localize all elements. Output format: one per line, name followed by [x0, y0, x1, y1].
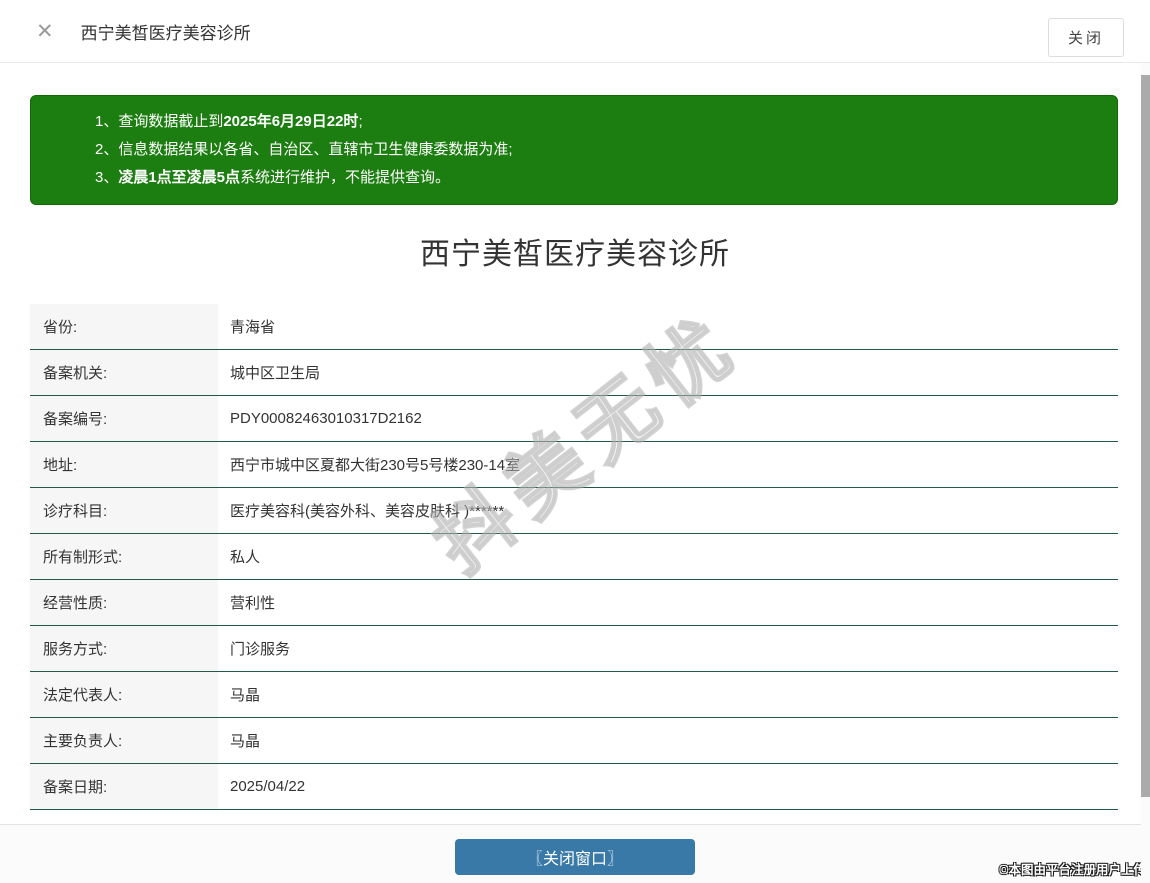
table-row: 省份: 青海省 [30, 304, 1118, 350]
window-title: 西宁美皙医疗美容诊所 [80, 23, 251, 43]
row-value: 私人 [230, 549, 261, 566]
table-row: 备案编号: PDY00082463010317D2162 [30, 396, 1118, 442]
table-row: 服务方式: 门诊服务 [30, 626, 1118, 672]
row-value: 医疗美容科(美容外科、美容皮肤科 )****** [230, 503, 505, 520]
row-value: 门诊服务 [230, 641, 291, 658]
close-icon[interactable]: ✕ [36, 21, 54, 42]
notice-item: 1、查询数据截止到2025年6月29日22时; [95, 113, 363, 130]
copyright-overlay: ©本图由平台注册用户上传 [999, 863, 1146, 877]
row-label: 备案日期: [30, 764, 218, 809]
footer-bar: 〖关闭窗口〗 [0, 824, 1150, 883]
info-table: 省份: 青海省 备案机关: 城中区卫生局 备案编号: PDY00082463010317D… [30, 304, 1118, 810]
row-value: 青海省 [230, 319, 276, 336]
main-content: 1、查询数据截止到2025年6月29日22时; 2、信息数据结果以各省、自治区、直… [0, 95, 1150, 810]
row-value: PDY00082463010317D2162 [230, 410, 422, 427]
table-row: 地址: 西宁市城中区夏都大街230号5号楼230-14室 [30, 442, 1118, 488]
row-label: 经营性质: [30, 580, 218, 625]
notice-item: 2、信息数据结果以各省、自治区、直辖市卫生健康委数据为准; [95, 141, 513, 158]
table-row: 经营性质: 营利性 [30, 580, 1118, 626]
notice-list: 1、查询数据截止到2025年6月29日22时; 2、信息数据结果以各省、自治区、直… [95, 108, 1097, 192]
table-row: 法定代表人: 马晶 [30, 672, 1118, 718]
scrollbar-thumb[interactable] [1141, 75, 1150, 797]
row-value: 马晶 [230, 733, 261, 750]
table-row: 诊疗科目: 医疗美容科(美容外科、美容皮肤科 )****** [30, 488, 1118, 534]
table-row: 备案日期: 2025/04/22 [30, 764, 1118, 810]
window-header: ✕ 西宁美皙医疗美容诊所 关闭 [0, 0, 1150, 63]
row-label: 地址: [30, 442, 218, 487]
notice-banner: 1、查询数据截止到2025年6月29日22时; 2、信息数据结果以各省、自治区、直… [30, 95, 1118, 205]
row-value: 城中区卫生局 [230, 365, 321, 382]
page-title: 西宁美皙医疗美容诊所 [420, 238, 730, 271]
row-label: 主要负责人: [30, 718, 218, 763]
row-value: 马晶 [230, 687, 261, 704]
row-label: 省份: [30, 304, 218, 349]
table-row: 主要负责人: 马晶 [30, 718, 1118, 764]
row-label: 诊疗科目: [30, 488, 218, 533]
table-row: 所有制形式: 私人 [30, 534, 1118, 580]
row-value: 营利性 [230, 595, 276, 612]
row-label: 服务方式: [30, 626, 218, 671]
row-label: 备案机关: [30, 350, 218, 395]
close-window-button[interactable]: 〖关闭窗口〗 [455, 839, 695, 875]
close-button[interactable]: 关闭 [1048, 18, 1124, 57]
notice-item: 3、凌晨1点至凌晨5点系统进行维护，不能提供查询。 [95, 169, 451, 186]
table-row: 备案机关: 城中区卫生局 [30, 350, 1118, 396]
row-value: 2025/04/22 [230, 778, 306, 795]
scrollbar-track[interactable] [1141, 63, 1150, 883]
row-value: 西宁市城中区夏都大街230号5号楼230-14室 [230, 457, 521, 474]
row-label: 备案编号: [30, 396, 218, 441]
row-label: 法定代表人: [30, 672, 218, 717]
row-label: 所有制形式: [30, 534, 218, 579]
